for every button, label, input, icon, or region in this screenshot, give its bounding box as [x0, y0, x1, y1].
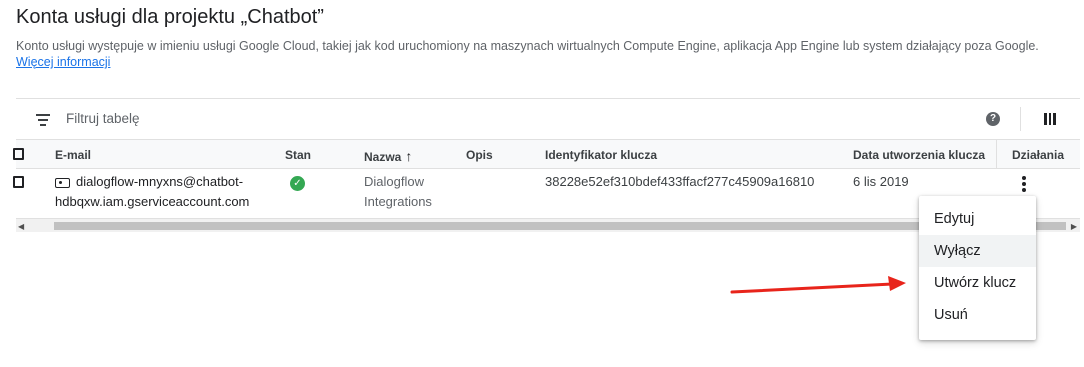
filter-input[interactable]: Filtruj tabelę [66, 111, 140, 126]
toolbar-divider [1020, 107, 1021, 131]
menu-item-delete[interactable]: Usuń [919, 299, 1036, 331]
page-title: Konta usługi dla projektu „Chatbot” [16, 6, 324, 28]
description-text: Konto usługi występuje w imieniu usługi … [16, 39, 1039, 53]
row-name: Dialogflow Integrations [364, 172, 432, 212]
row-name-line2: Integrations [364, 194, 432, 209]
menu-item-create-key[interactable]: Utwórz klucz [919, 267, 1036, 299]
row-key-created: 6 lis 2019 [853, 174, 909, 189]
row-checkbox[interactable] [13, 176, 24, 188]
row-email-line1: dialogflow-mnyxns@chatbot- [76, 174, 244, 189]
page-description: Konto usługi występuje w imieniu usługi … [16, 38, 1056, 70]
scroll-left-icon[interactable]: ◀ [18, 222, 24, 231]
column-header-actions: Działania [1012, 148, 1065, 162]
annotation-arrow-icon [730, 276, 906, 294]
scroll-right-icon[interactable]: ▶ [1071, 222, 1077, 231]
row-key-id: 38228e52ef310bdef433ffacf277c45909a16810 [545, 174, 815, 189]
column-header-name-label: Nazwa [364, 150, 402, 164]
table-toolbar: Filtruj tabelę ? [16, 98, 1080, 139]
service-account-key-icon [55, 177, 70, 188]
filter-list-icon[interactable] [36, 114, 50, 126]
table-header: E-mail Stan Nazwa ↑ Opis Identyfikator kl… [13, 139, 1080, 169]
row-email: dialogflow-mnyxns@chatbot- hdbqxw.iam.gs… [55, 172, 249, 212]
column-header-key-created[interactable]: Data utworzenia klucza [853, 148, 985, 162]
help-icon[interactable]: ? [986, 112, 1000, 126]
column-header-key-id[interactable]: Identyfikator klucza [545, 148, 657, 162]
row-email-line2: hdbqxw.iam.gserviceaccount.com [55, 194, 250, 209]
menu-item-edit[interactable]: Edytuj [919, 203, 1036, 235]
check-circle-icon: ✓ [290, 176, 305, 191]
column-header-description[interactable]: Opis [466, 148, 493, 162]
menu-item-disable[interactable]: Wyłącz [919, 235, 1036, 267]
column-header-name[interactable]: Nazwa ↑ [364, 148, 412, 164]
column-display-icon[interactable] [1044, 113, 1057, 125]
column-header-status[interactable]: Stan [285, 148, 311, 162]
column-header-email[interactable]: E-mail [55, 148, 91, 162]
more-vert-icon[interactable] [1021, 176, 1027, 194]
select-all-checkbox[interactable] [13, 148, 24, 160]
actions-column-divider [996, 140, 997, 169]
actions-context-menu: Edytuj Wyłącz Utwórz klucz Usuń [919, 196, 1036, 340]
more-info-link[interactable]: Więcej informacji [16, 55, 110, 69]
scrollbar-thumb[interactable] [54, 222, 1066, 230]
row-name-line1: Dialogflow [364, 174, 424, 189]
sort-ascending-icon[interactable]: ↑ [405, 148, 412, 164]
